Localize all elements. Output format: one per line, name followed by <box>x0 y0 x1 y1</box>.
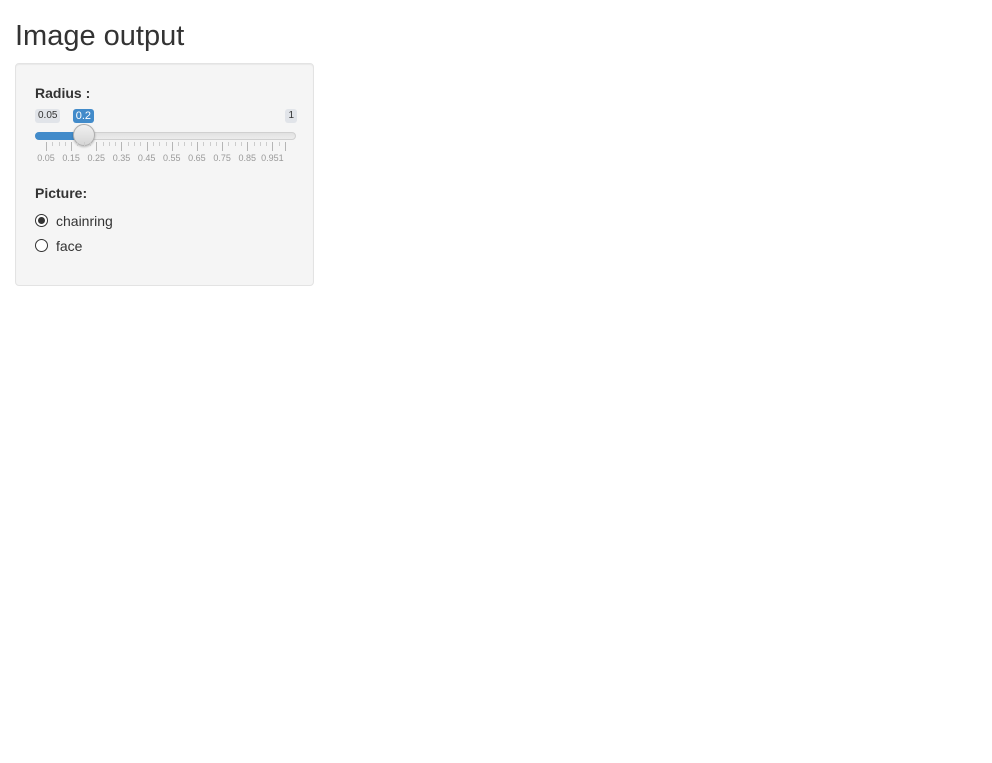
grid-minor-tick <box>240 142 242 146</box>
grid-minor-tick <box>228 142 230 146</box>
radio-selected-dot <box>38 217 45 224</box>
slider-value-badge: 0.2 <box>72 109 95 123</box>
grid-minor-tick <box>140 142 142 146</box>
radio-button-face[interactable] <box>35 239 48 252</box>
grid-minor-tick <box>234 142 236 146</box>
grid-minor-tick <box>209 142 211 146</box>
grid-minor-tick <box>159 142 161 146</box>
grid-major-tick <box>46 142 47 151</box>
grid-major-tick <box>96 142 98 151</box>
grid-minor-tick <box>108 142 110 146</box>
grid-tick-label: 0.35 <box>112 153 131 163</box>
grid-minor-tick <box>253 142 255 146</box>
grid-major-tick <box>272 142 274 151</box>
grid-minor-tick <box>266 142 268 146</box>
grid-minor-tick <box>190 142 192 146</box>
picture-label: Picture: <box>35 185 88 201</box>
grid-tick-label: 0.85 <box>238 153 257 163</box>
grid-minor-tick <box>77 142 79 146</box>
radio-option-face[interactable]: face <box>35 233 113 258</box>
radio-label-face: face <box>56 237 83 254</box>
grid-tick-label: 0.951 <box>261 153 284 163</box>
grid-tick-label: 0.15 <box>62 153 80 163</box>
grid-minor-tick <box>134 142 136 146</box>
grid-major-tick <box>71 142 73 151</box>
grid-major-tick <box>171 142 173 151</box>
slider-grid: 0.05 0.15 0.25 0.35 0.45 0.55 0.65 0.75 0.85 0.95… <box>35 142 296 168</box>
grid-major-tick <box>146 142 148 151</box>
grid-minor-tick <box>203 142 205 146</box>
radius-slider[interactable]: 0.05 1 0.2 0.05 0.15 0.25 0.35 0.45 0.55 0.65 0… <box>35 107 297 167</box>
grid-major-tick <box>247 142 249 151</box>
grid-tick-label: 0.55 <box>163 153 181 163</box>
page-title: Image output <box>15 20 185 52</box>
grid-minor-tick <box>215 142 217 146</box>
slider-max-badge: 1 <box>285 109 297 123</box>
radius-label: Radius : <box>35 85 91 101</box>
grid-minor-tick <box>127 142 129 146</box>
radio-button-chainring[interactable] <box>35 214 48 227</box>
grid-major-tick <box>196 142 198 151</box>
grid-minor-tick <box>115 142 117 146</box>
grid-minor-tick <box>52 142 54 146</box>
grid-minor-tick <box>184 142 186 146</box>
grid-tick-label: 0.45 <box>137 153 156 163</box>
slider-min-badge: 0.05 <box>35 109 61 123</box>
grid-minor-tick <box>64 142 66 146</box>
sidebar-panel: Radius : 0.05 1 0.2 0.05 0.15 0.25 0.35 0.45… <box>15 63 314 286</box>
picture-radio-group: chainring face <box>35 208 113 258</box>
grid-minor-tick <box>165 142 167 146</box>
radio-option-chainring[interactable]: chainring <box>35 208 113 233</box>
grid-minor-tick <box>152 142 154 146</box>
grid-minor-tick <box>58 142 60 146</box>
grid-tick-label: 0.65 <box>188 153 206 163</box>
grid-tick-label: 0.05 <box>37 153 55 163</box>
grid-minor-tick <box>278 142 280 146</box>
grid-major-tick <box>121 142 123 151</box>
grid-tick-label: 0.25 <box>87 153 106 163</box>
grid-minor-tick <box>102 142 104 146</box>
grid-major-tick <box>222 142 224 151</box>
radio-label-chainring: chainring <box>56 212 113 229</box>
grid-minor-tick <box>259 142 261 146</box>
grid-minor-tick <box>90 142 92 146</box>
grid-tick-label: 0.75 <box>213 153 231 163</box>
grid-major-tick <box>285 142 286 151</box>
grid-minor-tick <box>178 142 180 146</box>
grid-minor-tick <box>83 142 85 146</box>
